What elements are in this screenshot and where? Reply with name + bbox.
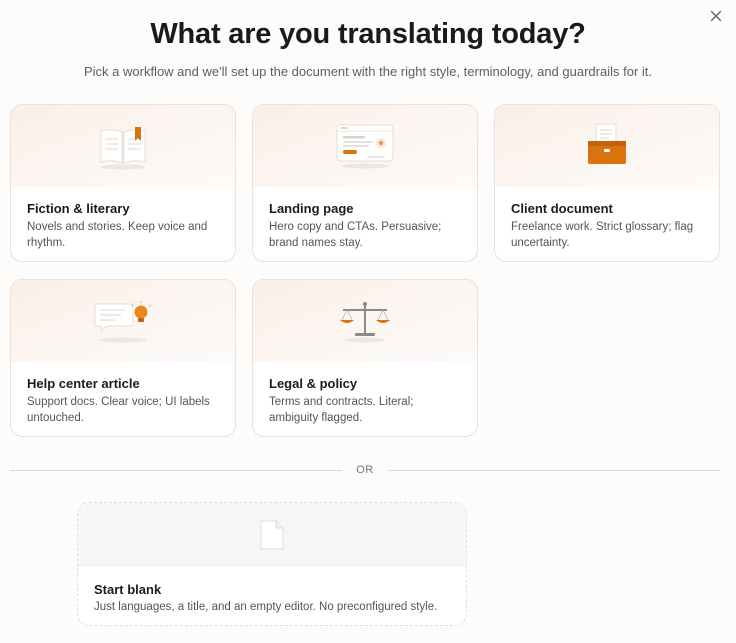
card-title: Client document <box>511 201 613 216</box>
briefcase-document-icon <box>588 123 626 164</box>
speech-bubble-lightbulb-icon <box>94 301 152 343</box>
card-title: Fiction & literary <box>27 201 130 216</box>
card-illustration <box>11 280 235 362</box>
card-description: Terms and contracts. Literal; ambiguity … <box>269 396 414 424</box>
card-title: Landing page <box>269 201 354 216</box>
page-title: What are you translating today? <box>150 18 586 50</box>
workflow-card-fiction[interactable]: Fiction & literary Novels and stories. K… <box>10 104 236 262</box>
page-subtitle: Pick a workflow and we'll set up the doc… <box>83 64 652 79</box>
card-illustration <box>78 503 466 567</box>
card-illustration <box>253 105 477 187</box>
blank-page-icon <box>260 520 284 550</box>
card-description: Freelance work. Strict glossary; flag un… <box>511 221 694 249</box>
card-description: Hero copy and CTAs. Persuasive; brand na… <box>269 221 442 249</box>
card-illustration <box>495 105 719 187</box>
or-divider: OR <box>10 462 720 478</box>
workflow-card-help-center[interactable]: Help center article Support docs. Clear … <box>10 279 236 437</box>
browser-window-icon <box>336 124 394 169</box>
start-blank-card[interactable]: Start blank Just languages, a title, and… <box>77 502 467 626</box>
card-title: Help center article <box>27 376 140 391</box>
card-description: Support docs. Clear voice; UI labels unt… <box>27 396 210 424</box>
divider-line-left <box>10 469 343 471</box>
card-illustration <box>253 280 477 362</box>
card-description: Just languages, a title, and an empty ed… <box>94 601 438 613</box>
or-label: OR <box>356 464 374 476</box>
card-illustration <box>11 105 235 187</box>
card-title: Legal & policy <box>269 376 358 391</box>
workflow-card-landing-page[interactable]: Landing page Hero copy and CTAs. Persuas… <box>252 104 478 262</box>
workflow-card-client-document[interactable]: Client document Freelance work. Strict g… <box>494 104 720 262</box>
workflow-card-legal-policy[interactable]: Legal & policy Terms and contracts. Lite… <box>252 279 478 437</box>
card-title: Start blank <box>94 582 162 597</box>
open-book-icon <box>100 127 146 170</box>
balance-scale-icon <box>340 302 390 343</box>
divider-line-right <box>387 469 720 471</box>
card-description: Novels and stories. Keep voice and rhyth… <box>27 221 208 249</box>
